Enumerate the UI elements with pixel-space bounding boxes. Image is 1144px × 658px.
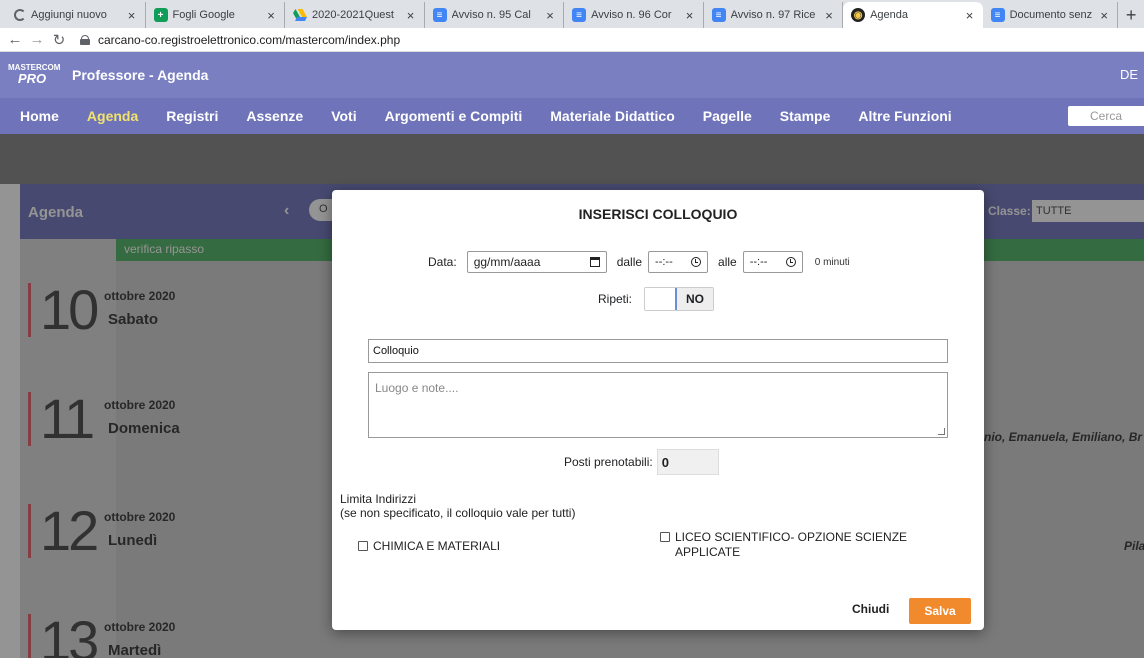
page-title: Professore - Agenda xyxy=(72,67,209,83)
close-tab-icon[interactable]: × xyxy=(404,8,418,23)
tab-title: Agenda xyxy=(870,9,909,21)
docs-icon: ≡ xyxy=(432,8,447,22)
drive-icon xyxy=(293,8,308,22)
to-label: alle xyxy=(718,255,737,269)
menu-item-materiale-didattico[interactable]: Materiale Didattico xyxy=(550,108,674,124)
back-arrow-icon[interactable]: ← xyxy=(4,31,26,48)
browser-tab[interactable]: ≡ Avviso n. 97 Rice × xyxy=(704,2,844,28)
dialog-title: INSERISCI COLLOQUIO xyxy=(578,206,738,222)
option-label: LICEO SCIENTIFICO- OPZIONE SCIENZE APPLI… xyxy=(675,530,908,559)
start-time-input[interactable]: --:-- xyxy=(648,251,709,273)
date-input[interactable]: gg/mm/aaaa xyxy=(466,251,607,273)
close-tab-icon[interactable]: × xyxy=(822,8,836,23)
close-tab-icon[interactable]: × xyxy=(543,8,557,23)
toggle-value: NO xyxy=(677,288,714,310)
close-tab-icon[interactable]: × xyxy=(264,8,278,23)
limit-note: (se non specificato, il colloquio vale p… xyxy=(340,506,576,520)
loading-icon xyxy=(14,9,26,21)
mastercom-logo: MASTERCOM PRO xyxy=(8,63,60,87)
option-chimica[interactable]: CHIMICA E MATERIALI xyxy=(358,539,500,554)
tab-title: Avviso n. 97 Rice xyxy=(730,9,816,21)
url-text: carcano-co.registroelettronico.com/maste… xyxy=(98,32,401,47)
checkbox[interactable] xyxy=(660,532,670,542)
new-tab-icon[interactable]: + xyxy=(1118,2,1144,28)
main-menu: Home Agenda Registri Assenze Voti Argome… xyxy=(0,98,1144,134)
tab-title: Documento senz xyxy=(1009,9,1093,21)
limit-section: Limita Indirizzi (se non specificato, il… xyxy=(340,492,575,520)
tab-title: Aggiungi nuovo xyxy=(31,9,107,21)
browser-tab[interactable]: ≡ Documento senz × xyxy=(983,2,1119,28)
title-input[interactable]: Colloquio xyxy=(368,339,948,363)
tab-title: Fogli Google xyxy=(172,9,235,21)
notes-textarea[interactable]: Luogo e note.... xyxy=(368,372,948,438)
menu-item-home[interactable]: Home xyxy=(20,108,59,124)
user-name[interactable]: DE xyxy=(1120,67,1138,82)
end-time-input[interactable]: --:-- xyxy=(742,251,803,273)
docs-icon: ≡ xyxy=(990,8,1005,22)
colloquio-dialog: INSERISCI COLLOQUIO Data: gg/mm/aaaa dal… xyxy=(332,190,984,630)
duration-text: 0 minuti xyxy=(814,256,850,268)
clock-icon[interactable] xyxy=(691,257,702,267)
close-tab-icon[interactable]: × xyxy=(963,8,977,23)
sheets-icon: + xyxy=(153,8,168,22)
menu-item-altre-funzioni[interactable]: Altre Funzioni xyxy=(858,108,951,124)
menu-item-voti[interactable]: Voti xyxy=(331,108,356,124)
search-input[interactable]: Cerca xyxy=(1068,106,1144,126)
forward-arrow-icon[interactable]: → xyxy=(26,31,48,48)
close-tab-icon[interactable]: × xyxy=(125,8,139,23)
browser-tab[interactable]: + Fogli Google × xyxy=(146,2,286,28)
menu-item-assenze[interactable]: Assenze xyxy=(246,108,303,124)
close-tab-icon[interactable]: × xyxy=(683,8,697,23)
browser-tab[interactable]: ≡ Avviso n. 95 Cal × xyxy=(425,2,565,28)
menu-item-registri[interactable]: Registri xyxy=(166,108,218,124)
seats-input[interactable]: 0 xyxy=(656,449,719,475)
limit-title: Limita Indirizzi xyxy=(340,492,417,506)
app-title-bar: MASTERCOM PRO Professore - Agenda DE xyxy=(0,52,1144,98)
calendar-icon[interactable] xyxy=(589,257,600,267)
menu-item-agenda[interactable]: Agenda xyxy=(87,108,138,124)
menu-item-pagelle[interactable]: Pagelle xyxy=(703,108,752,124)
start-time-placeholder: --:-- xyxy=(655,256,673,268)
option-label: CHIMICA E MATERIALI xyxy=(373,539,501,553)
toggle-knob[interactable] xyxy=(645,288,678,310)
tab-title: Avviso n. 96 Cor xyxy=(591,9,672,21)
seats-row: Posti prenotabili: 0 xyxy=(564,449,719,475)
logo-bottom-text: PRO xyxy=(18,71,47,86)
resize-handle-icon[interactable] xyxy=(938,428,945,435)
date-placeholder: gg/mm/aaaa xyxy=(473,255,541,269)
browser-tab[interactable]: ≡ Avviso n. 96 Cor × xyxy=(564,2,704,28)
seats-label: Posti prenotabili: xyxy=(564,455,653,469)
docs-icon: ≡ xyxy=(572,8,587,22)
address-bar: ← → ↻ carcano-co.registroelettronico.com… xyxy=(0,28,1144,52)
end-time-placeholder: --:-- xyxy=(749,256,768,268)
option-liceo-scientifico[interactable]: LICEO SCIENTIFICO- OPZIONE SCIENZE APPLI… xyxy=(660,530,930,560)
url-field[interactable]: carcano-co.registroelettronico.com/maste… xyxy=(80,33,400,47)
menu-item-argomenti-compiti[interactable]: Argomenti e Compiti xyxy=(385,108,523,124)
lock-icon xyxy=(80,34,90,45)
tab-title: 2020-2021Quest xyxy=(312,9,394,21)
from-label: dalle xyxy=(616,255,643,269)
mastercom-icon: ◉ xyxy=(851,8,866,22)
browser-tab-strip: Aggiungi nuovo × + Fogli Google × 2020-2… xyxy=(0,0,1144,28)
close-button[interactable]: Chiudi xyxy=(852,602,889,616)
browser-tab-active[interactable]: ◉ Agenda × xyxy=(843,2,983,28)
checkbox[interactable] xyxy=(358,541,368,551)
repeat-row: Ripeti: NO xyxy=(598,287,715,311)
date-time-row: Data: gg/mm/aaaa dalle --:-- alle --:-- … xyxy=(428,251,850,273)
browser-tab[interactable]: 2020-2021Quest × xyxy=(285,2,425,28)
notes-placeholder: Luogo e note.... xyxy=(375,381,459,395)
repeat-label: Ripeti: xyxy=(598,292,633,306)
browser-tab[interactable]: Aggiungi nuovo × xyxy=(6,2,146,28)
menu-item-stampe[interactable]: Stampe xyxy=(780,108,831,124)
reload-icon[interactable]: ↻ xyxy=(48,31,70,49)
close-tab-icon[interactable]: × xyxy=(1097,8,1111,23)
docs-icon: ≡ xyxy=(711,8,726,22)
tab-title: Avviso n. 95 Cal xyxy=(451,9,531,21)
clock-icon[interactable] xyxy=(785,257,796,267)
save-button[interactable]: Salva xyxy=(909,598,971,624)
date-label: Data: xyxy=(428,255,457,269)
repeat-toggle[interactable]: NO xyxy=(644,287,715,311)
